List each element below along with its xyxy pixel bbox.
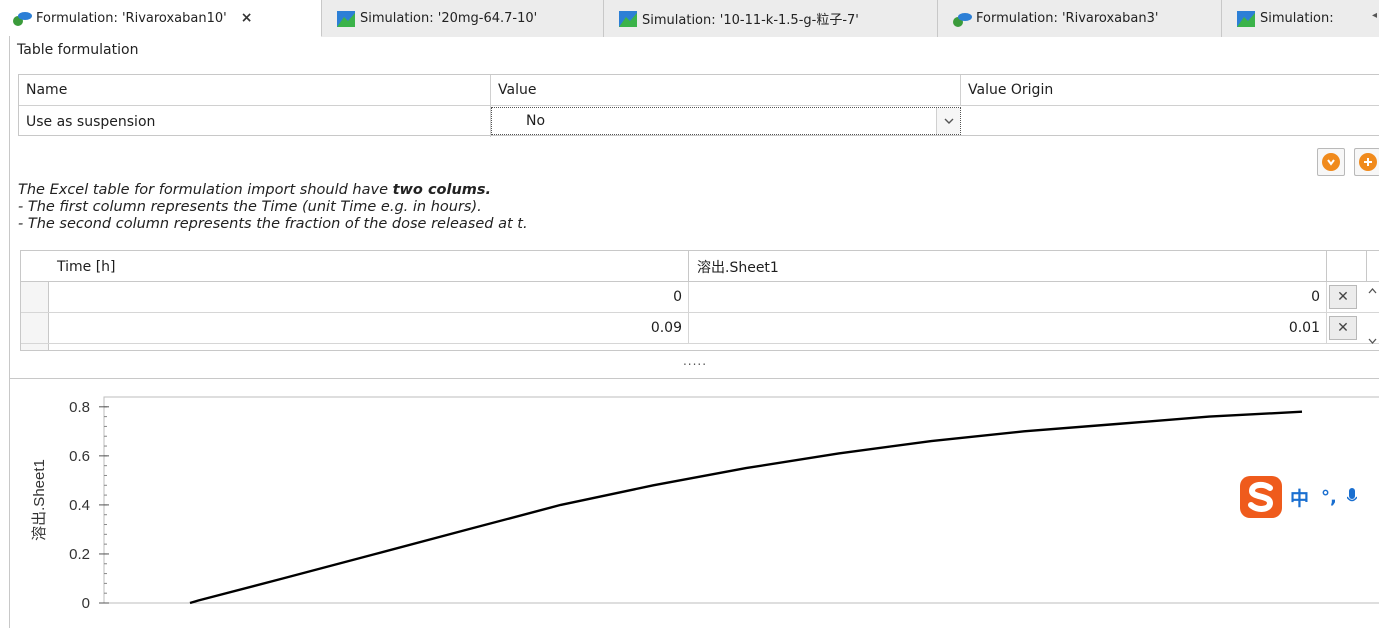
column-header-dissolution[interactable]: 溶出.Sheet1: [689, 251, 1327, 282]
y-tick-label: 0.6: [69, 448, 90, 465]
simulation-icon: [337, 10, 355, 27]
splitter-handle[interactable]: .....: [10, 355, 1379, 367]
y-tick-label: 0.2: [69, 546, 90, 563]
grid-row-use-as-suspension: Use as suspension No: [19, 106, 1379, 137]
ime-mode-chinese[interactable]: 中: [1290, 484, 1309, 511]
value-cell[interactable]: 0: [689, 282, 1327, 312]
table-header-row: Time [h] 溶出.Sheet1: [21, 251, 1379, 282]
column-header-actions: [1327, 251, 1367, 282]
time-cell[interactable]: 0: [49, 282, 689, 312]
tab-formulation-rivaroxaban3[interactable]: Formulation: 'Rivaroxaban3': [938, 0, 1222, 37]
import-instructions: The Excel table for formulation import s…: [18, 182, 528, 233]
chart-svg: 0.8 0.6 0.4 0.2 0 溶出.Sheet1: [31, 396, 1379, 612]
microphone-icon[interactable]: [1346, 488, 1357, 506]
simulation-icon: [619, 10, 637, 27]
chevron-down-icon[interactable]: [936, 108, 960, 134]
formulation-icon: [13, 12, 32, 26]
time-cell[interactable]: 0.09: [49, 313, 689, 343]
y-tick-label: 0.4: [69, 497, 90, 514]
use-as-suspension-dropdown[interactable]: No: [491, 107, 961, 135]
close-icon[interactable]: ×: [241, 10, 253, 26]
column-header-value[interactable]: Value: [491, 75, 961, 105]
formulation-data-table: Time [h] 溶出.Sheet1 0 0 ✕ 0.09 0.01 ✕: [20, 250, 1379, 351]
table-scrollbar[interactable]: [1365, 282, 1379, 350]
y-axis-label: 溶出.Sheet1: [31, 459, 48, 541]
tab-label: Simulation: '20mg-64.7-10': [360, 11, 538, 26]
y-tick-label: 0.8: [69, 399, 90, 416]
tab-label: Simulation: '10-11-k-1.5-g-粒子-7': [642, 13, 859, 28]
instructions-line-3: - The second column represents the fract…: [18, 216, 528, 232]
grid-header-row: Name Value Value Origin: [19, 75, 1379, 106]
chevron-up-icon[interactable]: [1368, 284, 1377, 297]
tab-label: Formulation: 'Rivaroxaban3': [976, 11, 1159, 26]
tab-formulation-rivaroxaban10[interactable]: Formulation: 'Rivaroxaban10' ×: [0, 0, 322, 37]
import-button[interactable]: [1317, 148, 1345, 176]
arrow-down-circle-icon: [1322, 153, 1340, 171]
plus-circle-icon: [1358, 153, 1377, 171]
ime-punctuation[interactable]: °,: [1321, 487, 1337, 508]
tab-scroll-left-icon[interactable]: ◂: [1372, 10, 1377, 21]
sogou-logo-icon: [1240, 476, 1282, 518]
chevron-down-icon[interactable]: [1368, 334, 1377, 347]
plot-area: [103, 396, 1379, 604]
column-header-name[interactable]: Name: [19, 75, 491, 105]
tab-simulation-20mg[interactable]: Simulation: '20mg-64.7-10': [322, 0, 604, 37]
section-title: Table formulation: [17, 42, 139, 58]
tab-simulation-partial[interactable]: Simulation:: [1222, 0, 1379, 37]
table-row[interactable]: 0 0 ✕: [21, 282, 1379, 313]
instructions-line-1: The Excel table for formulation import s…: [18, 182, 492, 198]
document-tab-strip: Formulation: 'Rivaroxaban10' × Simulatio…: [0, 0, 1379, 37]
parameter-name: Use as suspension: [19, 106, 491, 137]
value-cell[interactable]: 0.01: [689, 313, 1327, 343]
column-header-value-origin[interactable]: Value Origin: [961, 75, 1379, 105]
formulation-icon: [953, 12, 972, 27]
instructions-line-2: - The first column represents the Time (…: [18, 199, 482, 215]
y-tick-label: 0: [82, 595, 90, 612]
delete-row-button[interactable]: ✕: [1329, 285, 1357, 309]
tab-simulation-10-11[interactable]: Simulation: '10-11-k-1.5-g-粒子-7': [604, 0, 938, 37]
parameter-grid: Name Value Value Origin Use as suspensio…: [18, 74, 1379, 137]
column-header-time[interactable]: Time [h]: [49, 251, 689, 282]
tab-label: Simulation:: [1260, 11, 1334, 26]
simulation-icon: [1237, 10, 1255, 27]
table-row[interactable]: 0.09 0.01 ✕: [21, 313, 1379, 344]
dropdown-value: No: [526, 113, 546, 129]
formulation-editor: Table formulation Name Value Value Origi…: [9, 36, 1379, 628]
tab-label: Formulation: 'Rivaroxaban10': [36, 10, 227, 26]
dissolution-chart: 0.8 0.6 0.4 0.2 0 溶出.Sheet1: [10, 379, 1379, 628]
ime-toolbar[interactable]: 中 °,: [1238, 476, 1379, 518]
delete-row-button[interactable]: ✕: [1329, 316, 1357, 340]
value-origin-cell[interactable]: [961, 106, 1379, 137]
add-button[interactable]: [1354, 148, 1379, 176]
